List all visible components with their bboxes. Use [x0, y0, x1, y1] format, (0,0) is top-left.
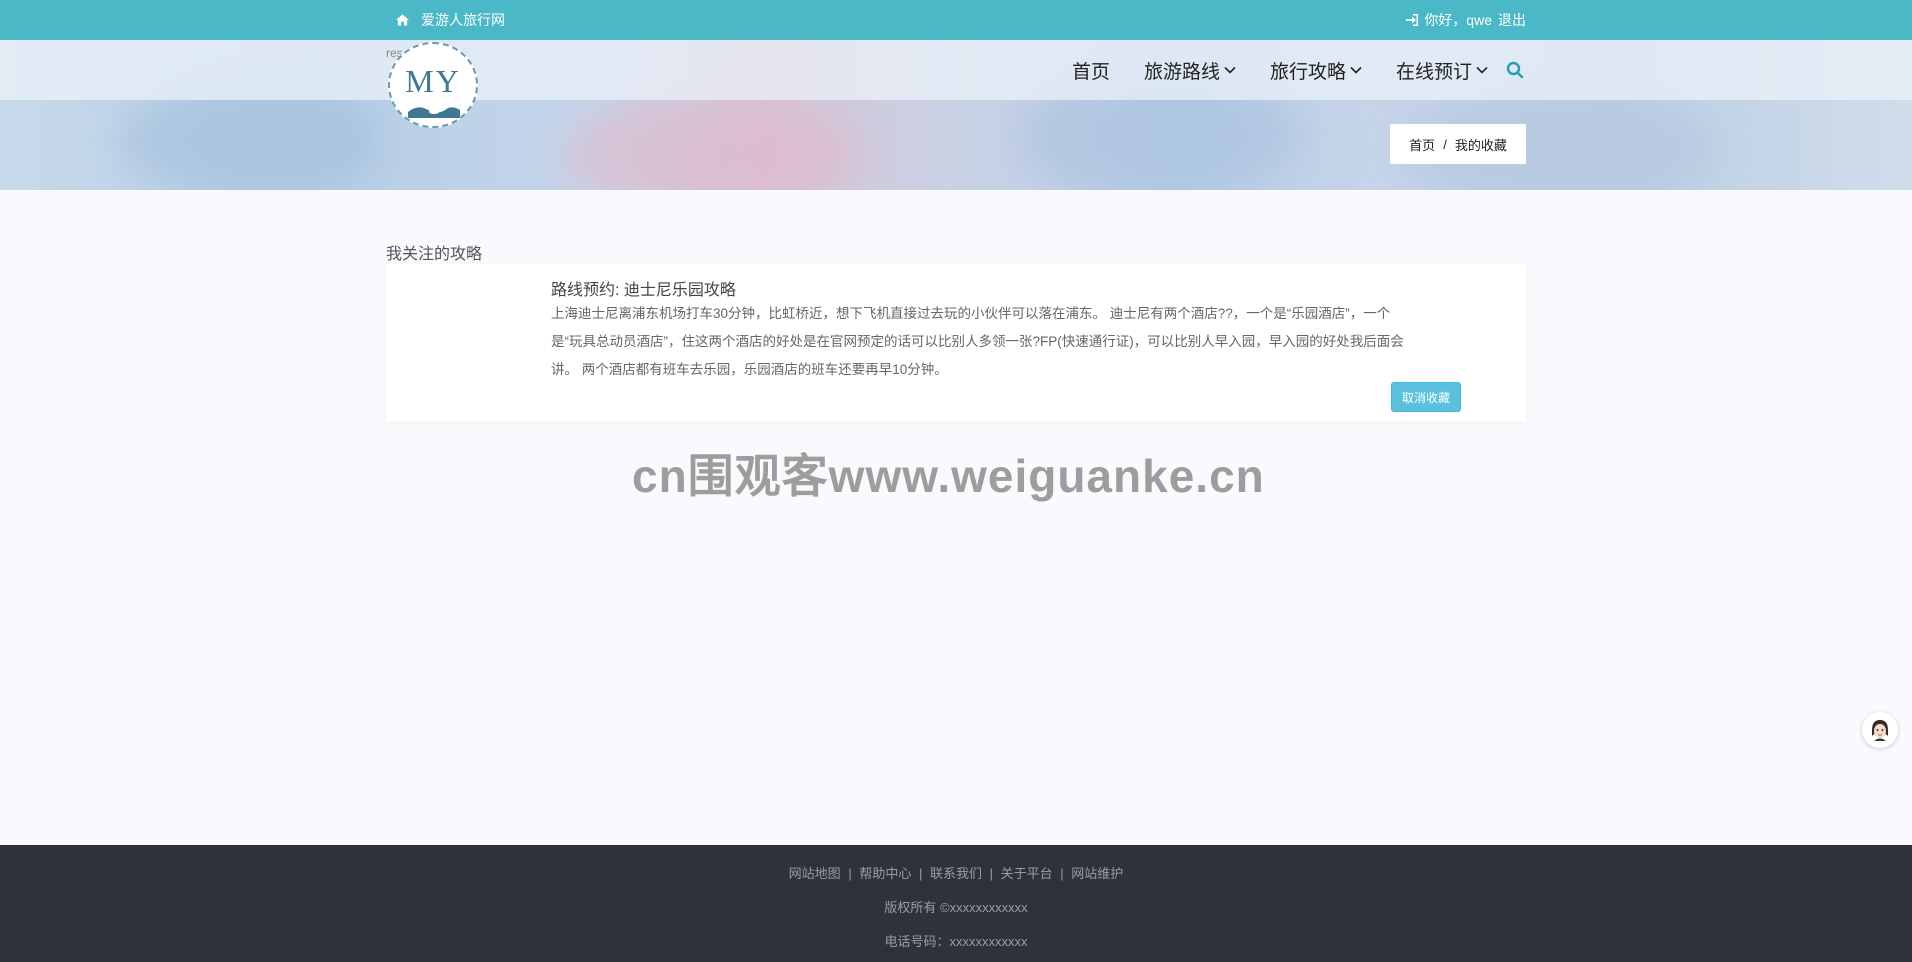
footer-separator: |	[918, 866, 923, 881]
footer-links: 网站地图 | 帮助中心 | 联系我们 | 关于平台 | 网站维护	[0, 863, 1912, 882]
footer-link-maintenance[interactable]: 网站维护	[1071, 866, 1123, 881]
footer: 网站地图 | 帮助中心 | 联系我们 | 关于平台 | 网站维护 版权所有 ©x…	[0, 845, 1912, 962]
user-greeting: 你好，qwe	[1424, 12, 1492, 28]
nav-label-guides: 旅行攻略	[1269, 61, 1346, 83]
search-icon[interactable]	[1506, 61, 1524, 79]
nav-item-guides[interactable]: 旅行攻略	[1270, 57, 1362, 84]
nav-item-booking[interactable]: 在线预订	[1396, 57, 1488, 84]
footer-separator: |	[1060, 866, 1064, 881]
footer-copyright: 版权所有 ©xxxxxxxxxxxx	[884, 900, 1028, 915]
footer-separator: |	[989, 866, 994, 881]
site-name: 爱游人旅行网	[421, 12, 505, 28]
footer-separator: |	[848, 866, 852, 881]
footer-link-contact[interactable]: 联系我们	[930, 866, 982, 881]
nav-label-booking: 在线预订	[1395, 61, 1472, 83]
chevron-down-icon	[1476, 66, 1488, 74]
nav-strip	[0, 40, 1912, 100]
unfavorite-button[interactable]: 取消收藏	[1391, 382, 1461, 412]
avatar-icon	[1867, 717, 1893, 743]
breadcrumb-separator: /	[1443, 136, 1447, 152]
breadcrumb: 首页 / 我的收藏	[1390, 124, 1526, 164]
user-area: 你好，qwe 退出	[1406, 0, 1526, 40]
breadcrumb-home[interactable]: 首页	[1409, 135, 1435, 154]
favorite-description: 上海迪士尼离浦东机场打车30分钟，比虹桥近，想下飞机直接过去玩的小伙伴可以落在浦…	[551, 300, 1451, 384]
chevron-down-icon	[1224, 66, 1236, 74]
watermark: cn围观客www.weiguanke.cn	[632, 450, 1265, 502]
nav-item-routes[interactable]: 旅游路线	[1144, 57, 1236, 84]
favorite-description-line: 讲。 两个酒店都有班车去乐园，乐园酒店的班车还要再早10分钟。	[551, 362, 948, 377]
site-home-link[interactable]: 爱游人旅行网	[396, 0, 505, 40]
footer-link-about[interactable]: 关于平台	[1001, 866, 1053, 881]
login-icon	[1406, 14, 1419, 26]
header-banner	[0, 40, 1912, 190]
logout-link[interactable]: 退出	[1498, 10, 1526, 30]
logo-letters: MY	[405, 62, 461, 99]
footer-link-help[interactable]: 帮助中心	[859, 866, 911, 881]
nav-label-home: 首页	[1071, 61, 1110, 83]
favorite-title[interactable]: 路线预约: 迪士尼乐园攻略	[551, 276, 736, 300]
breadcrumb-current: 我的收藏	[1454, 137, 1507, 153]
footer-link-sitemap[interactable]: 网站地图	[789, 866, 841, 881]
site-logo[interactable]: MY	[388, 42, 478, 128]
nav-item-home[interactable]: 首页	[1072, 57, 1110, 84]
favorite-description-line: 上海迪士尼离浦东机场打车30分钟，比虹桥近，想下飞机直接过去玩的小伙伴可以落在浦…	[551, 306, 1391, 321]
favorite-description-line: 是“玩具总动员酒店”，住这两个酒店的好处是在官网预定的话可以比别人多领一张?FP…	[551, 334, 1404, 349]
chat-avatar[interactable]	[1862, 712, 1898, 748]
home-icon	[396, 14, 409, 26]
wave-icon	[408, 107, 460, 118]
main-nav: 首页 旅游路线 旅行攻略 在线预订	[1038, 40, 1524, 100]
footer-phone: 电话号码：xxxxxxxxxxxx	[884, 934, 1028, 949]
section-title: 我关注的攻略	[386, 246, 483, 263]
nav-label-routes: 旅游路线	[1143, 61, 1220, 83]
chevron-down-icon	[1350, 66, 1362, 74]
favorite-card: 路线预约: 迪士尼乐园攻略 上海迪士尼离浦东机场打车30分钟，比虹桥近，想下飞机…	[386, 264, 1526, 422]
top-bar: 爱游人旅行网 你好，qwe 退出	[0, 0, 1912, 40]
